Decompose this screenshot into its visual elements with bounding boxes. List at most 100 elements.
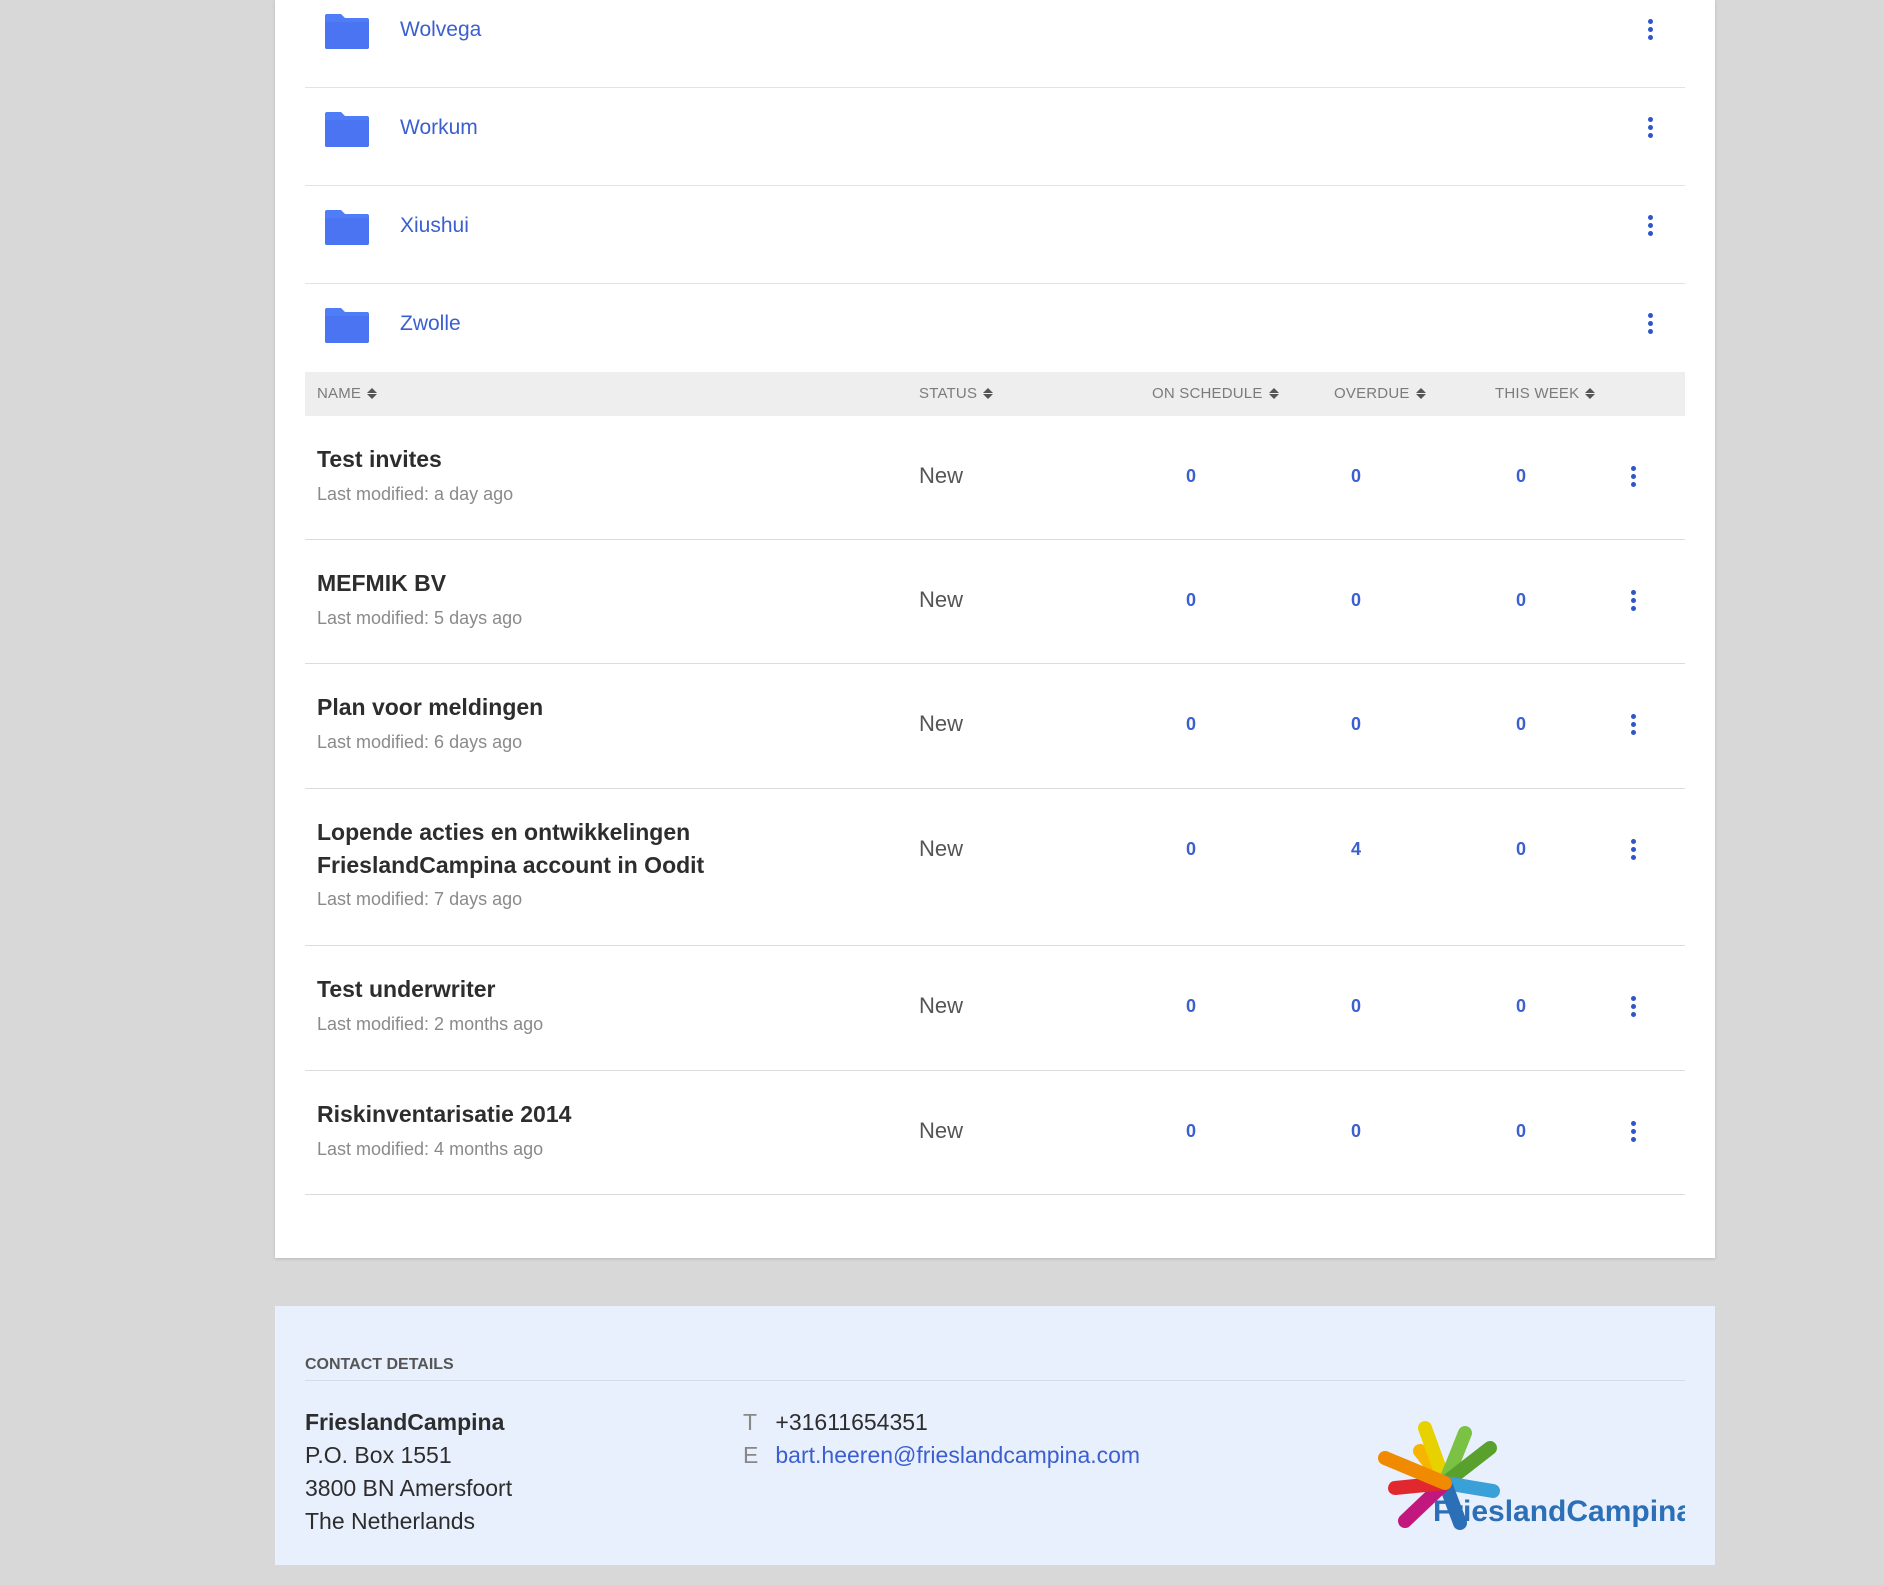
row-title[interactable]: Test underwriter	[317, 973, 877, 1006]
folder-icon	[325, 14, 369, 49]
row-on-schedule[interactable]: 0	[1171, 714, 1211, 735]
address-line: 3800 BN Amersfoort	[305, 1475, 513, 1501]
contact-details-heading: CONTACT DETAILS	[305, 1356, 1685, 1381]
table-row[interactable]: MEFMIK BV Last modified: 5 days ago New …	[305, 540, 1685, 664]
row-this-week[interactable]: 0	[1501, 714, 1541, 735]
row-this-week[interactable]: 0	[1501, 839, 1541, 860]
row-overdue[interactable]: 0	[1336, 466, 1376, 487]
more-options-icon[interactable]	[1623, 709, 1643, 739]
row-status: New	[919, 711, 964, 736]
phone-label: T	[743, 1409, 758, 1435]
row-modified: Last modified: 5 days ago	[317, 608, 523, 628]
row-title[interactable]: Lopende acties en ontwikkelingen Friesla…	[317, 816, 877, 882]
column-header-name[interactable]: NAME	[317, 385, 378, 402]
column-label: OVERDUE	[1334, 385, 1410, 402]
row-this-week[interactable]: 0	[1501, 996, 1541, 1017]
row-modified: Last modified: 4 months ago	[317, 1139, 544, 1159]
row-status: New	[919, 463, 964, 488]
column-header-on-schedule[interactable]: ON SCHEDULE	[1152, 385, 1279, 402]
folder-row[interactable]: Wolvega	[305, 0, 1685, 88]
logo-wordmark: FrieslandCampina	[1433, 1495, 1685, 1528]
address-line: P.O. Box 1551	[305, 1442, 452, 1468]
row-overdue[interactable]: 0	[1336, 1121, 1376, 1142]
row-title[interactable]: Riskinventarisatie 2014	[317, 1098, 877, 1131]
card-inner: Wolvega Workum Xiushui Zwolle NAME STATU…	[305, 0, 1685, 1195]
table-row[interactable]: Test underwriter Last modified: 2 months…	[305, 946, 1685, 1071]
folder-name[interactable]: Workum	[400, 114, 478, 142]
row-status: New	[919, 836, 964, 861]
more-options-icon[interactable]	[1623, 991, 1643, 1021]
row-on-schedule[interactable]: 0	[1171, 466, 1211, 487]
folder-list: Wolvega Workum Xiushui Zwolle	[305, 0, 1685, 372]
more-options-icon[interactable]	[1623, 1116, 1643, 1146]
row-overdue[interactable]: 0	[1336, 714, 1376, 735]
folder-icon	[325, 308, 369, 343]
column-header-this-week[interactable]: THIS WEEK	[1495, 385, 1596, 402]
row-title[interactable]: Test invites	[317, 443, 877, 476]
column-label: NAME	[317, 385, 362, 402]
row-on-schedule[interactable]: 0	[1171, 839, 1211, 860]
table-header: NAME STATUS ON SCHEDULE OVERDUE THIS WEE…	[305, 372, 1685, 416]
folder-name[interactable]: Zwolle	[400, 310, 461, 338]
folder-icon	[325, 112, 369, 147]
phone-line: T +31611654351	[743, 1406, 1140, 1439]
row-overdue[interactable]: 0	[1336, 590, 1376, 611]
folder-row[interactable]: Xiushui	[305, 186, 1685, 284]
more-options-icon[interactable]	[1640, 308, 1660, 338]
folder-name[interactable]: Xiushui	[400, 212, 469, 240]
sort-icon	[1268, 388, 1279, 399]
row-status: New	[919, 1118, 964, 1143]
row-modified: Last modified: a day ago	[317, 484, 514, 504]
sort-icon	[367, 388, 378, 399]
email-line: E bart.heeren@frieslandcampina.com	[743, 1439, 1140, 1472]
row-status: New	[919, 587, 964, 612]
folder-row[interactable]: Workum	[305, 88, 1685, 186]
table-row[interactable]: Lopende acties en ontwikkelingen Friesla…	[305, 789, 1685, 946]
row-title[interactable]: Plan voor meldingen	[317, 691, 877, 724]
row-this-week[interactable]: 0	[1501, 466, 1541, 487]
sort-icon	[1415, 388, 1426, 399]
email-label: E	[743, 1442, 759, 1468]
row-this-week[interactable]: 0	[1501, 590, 1541, 611]
row-on-schedule[interactable]: 0	[1171, 996, 1211, 1017]
frieslandcampina-logo: FrieslandCampina	[1378, 1421, 1685, 1530]
contact-footer: CONTACT DETAILS FrieslandCampina P.O. Bo…	[275, 1306, 1715, 1565]
row-status: New	[919, 993, 964, 1018]
row-on-schedule[interactable]: 0	[1171, 1121, 1211, 1142]
folder-name[interactable]: Wolvega	[400, 16, 481, 44]
row-modified: Last modified: 7 days ago	[317, 889, 523, 909]
more-options-icon[interactable]	[1623, 461, 1643, 491]
content-card: Wolvega Workum Xiushui Zwolle NAME STATU…	[275, 0, 1715, 1258]
more-options-icon[interactable]	[1640, 112, 1660, 142]
address-line: The Netherlands	[305, 1508, 476, 1534]
more-options-icon[interactable]	[1640, 14, 1660, 44]
column-label: STATUS	[919, 385, 978, 402]
sort-icon	[1585, 388, 1596, 399]
address-block: FrieslandCampina P.O. Box 1551 3800 BN A…	[305, 1406, 512, 1538]
table-row[interactable]: Riskinventarisatie 2014 Last modified: 4…	[305, 1071, 1685, 1195]
more-options-icon[interactable]	[1623, 834, 1643, 864]
contact-block: T +31611654351 E bart.heeren@frieslandca…	[743, 1406, 1140, 1472]
row-overdue[interactable]: 0	[1336, 996, 1376, 1017]
table-row[interactable]: Plan voor meldingen Last modified: 6 day…	[305, 664, 1685, 789]
row-modified: Last modified: 2 months ago	[317, 1014, 544, 1034]
sort-icon	[983, 388, 994, 399]
column-header-status[interactable]: STATUS	[919, 385, 994, 402]
row-overdue[interactable]: 4	[1336, 839, 1376, 860]
email-link[interactable]: bart.heeren@frieslandcampina.com	[775, 1442, 1140, 1468]
phone-number: +31611654351	[775, 1409, 928, 1435]
folder-row[interactable]: Zwolle	[305, 284, 1685, 372]
more-options-icon[interactable]	[1623, 585, 1643, 615]
folder-icon	[325, 210, 369, 245]
company-name: FrieslandCampina	[305, 1409, 505, 1435]
row-modified: Last modified: 6 days ago	[317, 732, 523, 752]
column-label: ON SCHEDULE	[1152, 385, 1263, 402]
row-this-week[interactable]: 0	[1501, 1121, 1541, 1142]
column-label: THIS WEEK	[1495, 385, 1580, 402]
row-title[interactable]: MEFMIK BV	[317, 567, 877, 600]
more-options-icon[interactable]	[1640, 210, 1660, 240]
table-row[interactable]: Test invites Last modified: a day ago Ne…	[305, 416, 1685, 540]
column-header-overdue[interactable]: OVERDUE	[1334, 385, 1426, 402]
row-on-schedule[interactable]: 0	[1171, 590, 1211, 611]
table-body: Test invites Last modified: a day ago Ne…	[305, 416, 1685, 1195]
